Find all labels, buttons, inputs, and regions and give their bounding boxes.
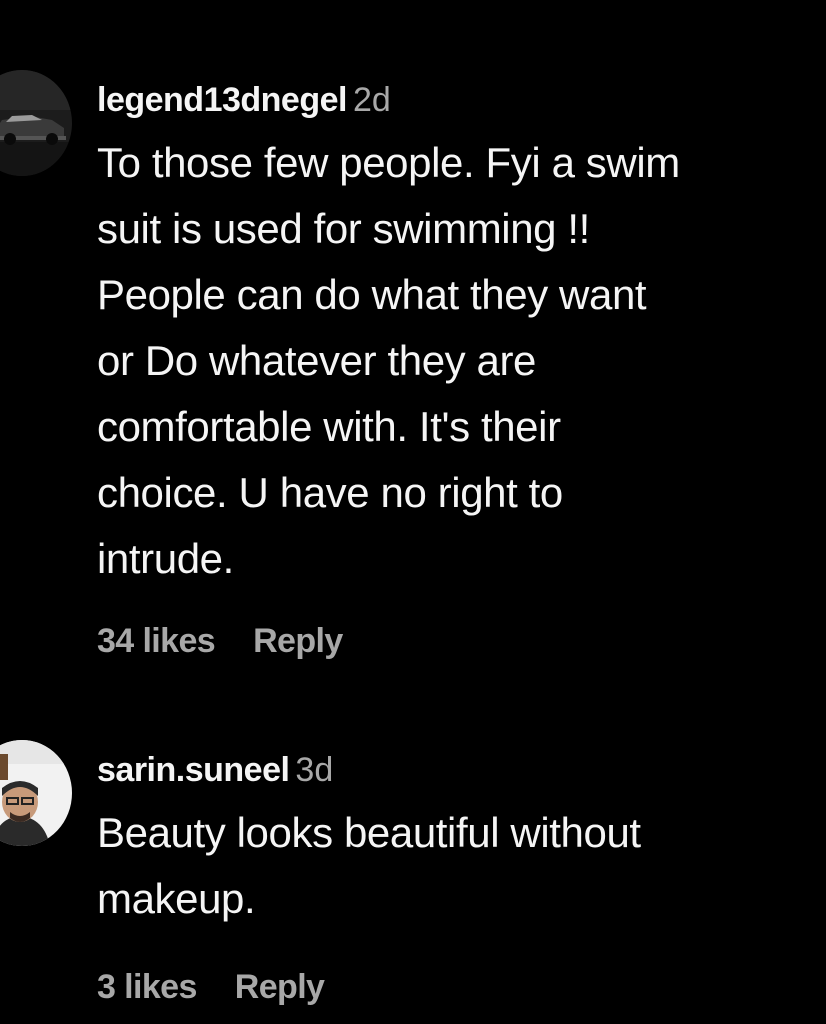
- comment-text-line: People can do what they want: [97, 271, 647, 318]
- comment-text-line: intrude.: [97, 535, 234, 582]
- reply-button[interactable]: Reply: [235, 968, 325, 1006]
- person-avatar-icon: [0, 740, 72, 846]
- reply-button[interactable]: Reply: [253, 622, 343, 660]
- comment-body: sarin.suneel 3d Beauty looks beautiful wi…: [97, 740, 826, 932]
- car-avatar-icon: [0, 70, 72, 176]
- comment-text: Beauty looks beautiful without makeup.: [97, 800, 826, 932]
- comment-body: legend13dnegel 2d To those few people. Fy…: [97, 70, 826, 592]
- comment-text-line: or Do whatever they are: [97, 337, 537, 384]
- comment-text-line: makeup.: [97, 875, 256, 922]
- comment-text-line: comfortable with. It's their: [97, 403, 561, 450]
- avatar[interactable]: [0, 70, 72, 176]
- comment-timestamp: 3d: [295, 751, 334, 789]
- comment-text-line: To those few people. Fyi a swim: [97, 139, 680, 186]
- username[interactable]: legend13dnegel: [97, 81, 347, 119]
- comment-text-line: choice. U have no right to: [97, 469, 563, 516]
- comment-text: To those few people. Fyi a swim suit is …: [97, 130, 826, 592]
- username[interactable]: sarin.suneel: [97, 751, 290, 789]
- comment-actions: 3 likes Reply: [97, 968, 325, 1007]
- likes-count[interactable]: 34 likes: [97, 622, 216, 660]
- comment-header: legend13dnegel 2d: [97, 70, 826, 130]
- comment-text-line: suit is used for swimming !!: [97, 205, 590, 252]
- comment-header: sarin.suneel 3d: [97, 740, 826, 800]
- likes-count[interactable]: 3 likes: [97, 968, 197, 1006]
- comment-actions: 34 likes Reply: [97, 622, 343, 661]
- avatar[interactable]: [0, 740, 72, 846]
- comment-text-line: Beauty looks beautiful without: [97, 809, 641, 856]
- comment-timestamp: 2d: [352, 81, 391, 119]
